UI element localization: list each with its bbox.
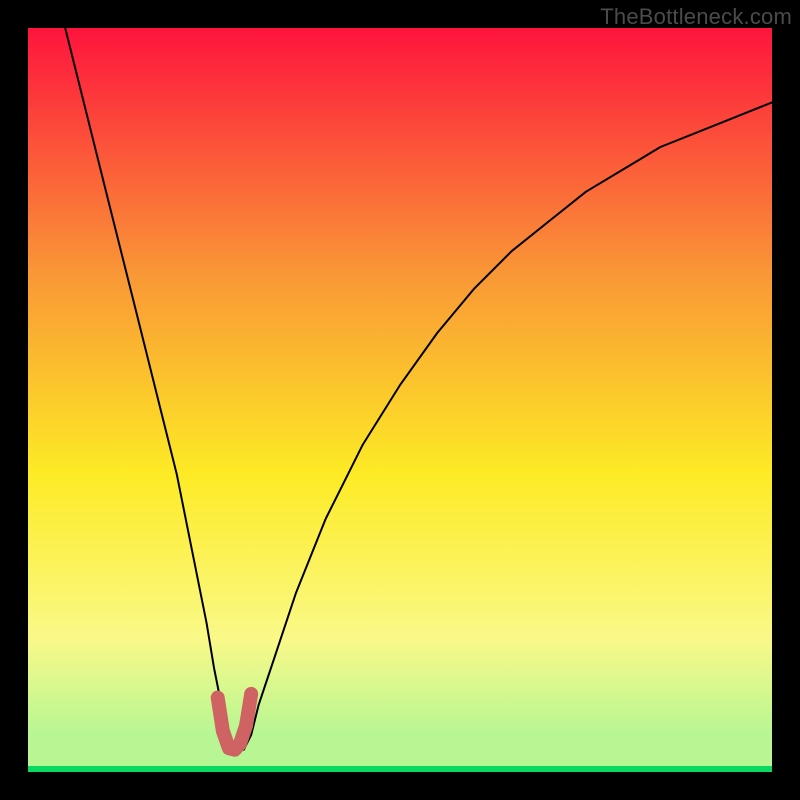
chart-svg [28, 28, 772, 772]
watermark-label: TheBottleneck.com [600, 4, 792, 30]
chart-container: TheBottleneck.com [0, 0, 800, 800]
plot-area [28, 28, 772, 772]
